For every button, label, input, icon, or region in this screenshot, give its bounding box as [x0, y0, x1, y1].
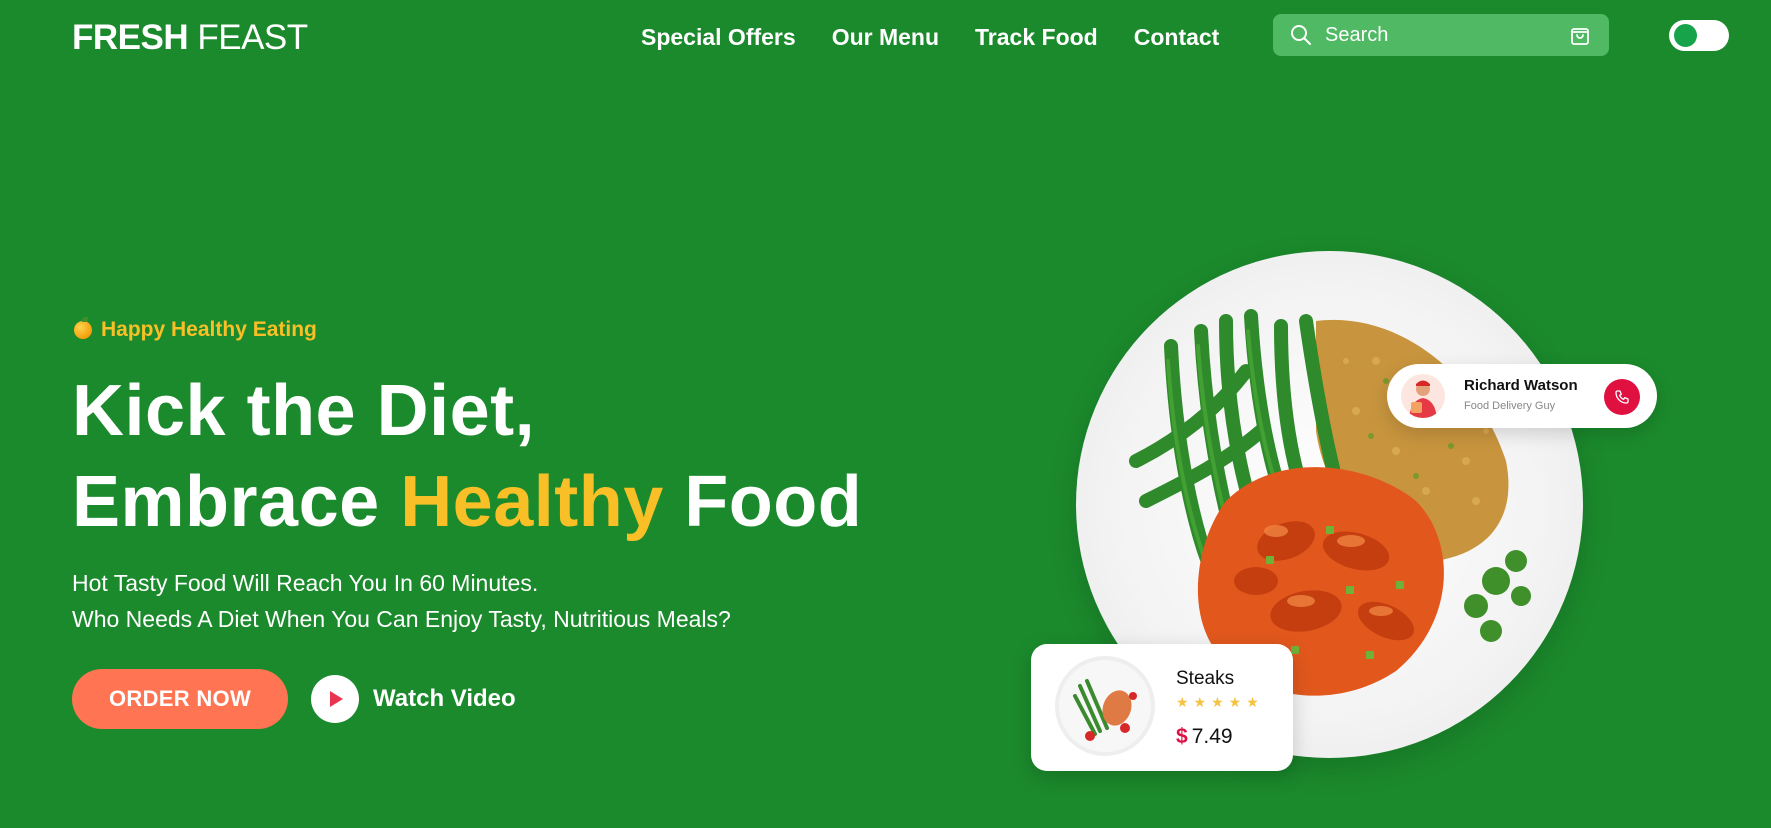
nav-link-contact[interactable]: Contact [1134, 20, 1220, 54]
dish-card[interactable]: Steaks ★★★★★ $7.49 [1031, 644, 1293, 771]
headline-accent-word: Healthy [400, 462, 664, 542]
search-icon[interactable] [1289, 23, 1313, 47]
shopping-bag-icon[interactable] [1568, 23, 1592, 47]
delivery-person-card: Richard Watson Food Delivery Guy [1387, 364, 1657, 428]
play-button[interactable] [311, 675, 359, 723]
toggle-knob [1674, 24, 1697, 47]
hero-headline: Kick the Diet, Embrace Healthy Food [72, 366, 862, 548]
price-value: 7.49 [1191, 725, 1233, 748]
watch-video-link[interactable]: Watch Video [311, 675, 516, 723]
nav-link-track-food[interactable]: Track Food [975, 20, 1098, 54]
search-input[interactable] [1325, 14, 1545, 56]
dish-name: Steaks [1176, 668, 1235, 689]
theme-toggle[interactable] [1669, 20, 1729, 51]
tagline-text: Happy Healthy Eating [101, 318, 317, 341]
hero-subtext: Hot Tasty Food Will Reach You In 60 Minu… [72, 565, 731, 637]
site-header: FRESH FEAST Special Offers Our Menu Trac… [0, 0, 1771, 74]
main-nav: Special Offers Our Menu Track Food Conta… [641, 20, 1219, 54]
headline-line-2-end: Food [684, 462, 863, 542]
currency-symbol: $ [1176, 725, 1188, 748]
play-icon [330, 691, 343, 707]
call-button[interactable] [1604, 379, 1640, 415]
brand-name-bold: FRESH [72, 18, 189, 57]
delivery-person-avatar [1401, 374, 1445, 418]
brand-logo[interactable]: FRESH FEAST [72, 18, 308, 58]
delivery-person-role: Food Delivery Guy [1464, 400, 1556, 412]
delivery-person-name: Richard Watson [1464, 377, 1578, 394]
watch-video-label: Watch Video [373, 685, 516, 712]
orange-icon [74, 317, 92, 339]
dish-thumbnail [1055, 656, 1155, 756]
search-bar [1273, 14, 1609, 56]
headline-line-2-start: Embrace [72, 462, 380, 542]
hero-tagline: Happy Healthy Eating [74, 317, 317, 342]
phone-icon [1615, 390, 1629, 404]
star-rating: ★★★★★ [1176, 694, 1264, 710]
nav-link-special-offers[interactable]: Special Offers [641, 20, 796, 54]
subtext-line-2: Who Needs A Diet When You Can Enjoy Tast… [72, 606, 731, 632]
order-now-button[interactable]: ORDER NOW [72, 669, 288, 729]
nav-link-our-menu[interactable]: Our Menu [832, 20, 939, 54]
headline-line-1: Kick the Diet, [72, 371, 536, 451]
dish-price: $7.49 [1176, 725, 1233, 749]
subtext-line-1: Hot Tasty Food Will Reach You In 60 Minu… [72, 570, 539, 596]
brand-name-light: FEAST [197, 18, 308, 57]
